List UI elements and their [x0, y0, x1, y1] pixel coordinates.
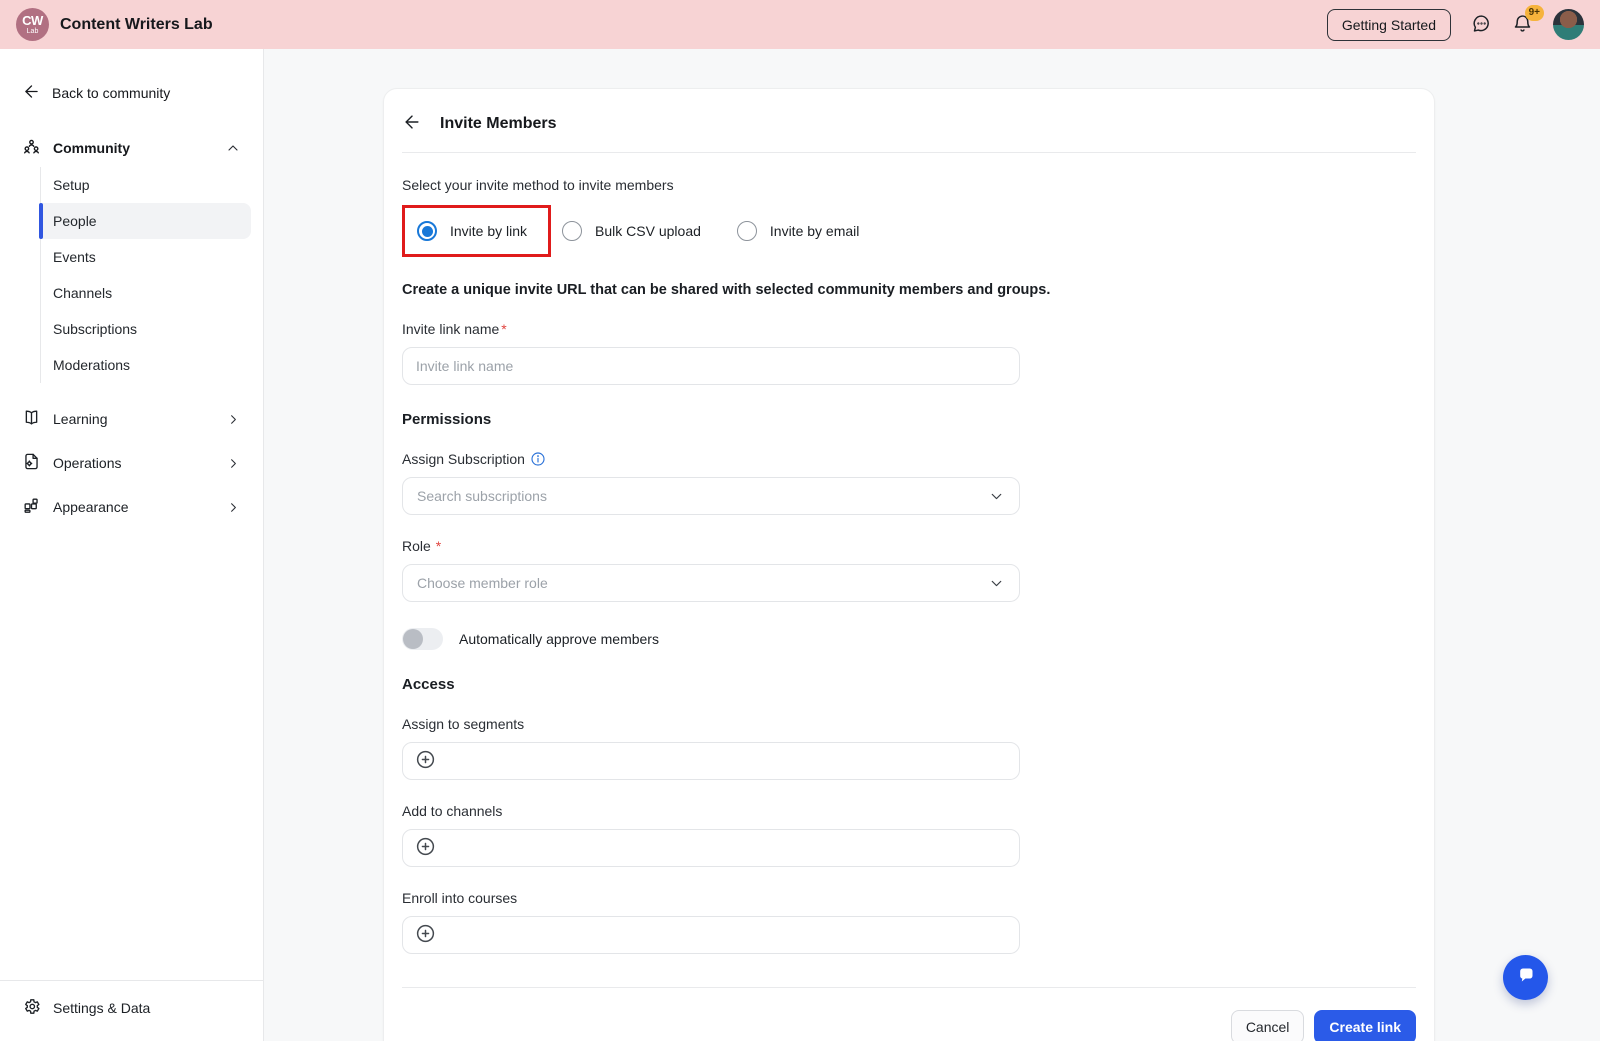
- chevron-up-icon: [225, 140, 241, 156]
- subscription-select[interactable]: Search subscriptions: [402, 477, 1020, 515]
- add-channels-input[interactable]: [402, 829, 1020, 867]
- sidebar-item-channels[interactable]: Channels: [41, 275, 251, 311]
- cancel-button[interactable]: Cancel: [1230, 1010, 1305, 1041]
- notifications-button[interactable]: 9+: [1512, 4, 1544, 37]
- community-name: Content Writers Lab: [60, 15, 213, 33]
- community-subnav: Setup People Events Channels Subscriptio…: [39, 167, 251, 383]
- appearance-icon: [22, 496, 41, 518]
- page-title: Invite Members: [440, 114, 557, 132]
- sidebar-item-people[interactable]: People: [39, 203, 251, 239]
- sidebar-item-label: Events: [53, 249, 96, 265]
- invite-method-radio-group: Invite by link Bulk CSV upload Invite by…: [402, 205, 1416, 257]
- plus-circle-icon: [415, 836, 436, 860]
- sidebar-item-events[interactable]: Events: [41, 239, 251, 275]
- select-placeholder: Search subscriptions: [417, 488, 547, 504]
- role-label: Role *: [402, 538, 442, 554]
- invite-link-description: Create a unique invite URL that can be s…: [402, 282, 1051, 298]
- sidebar-item-learning[interactable]: Learning: [0, 397, 263, 441]
- sidebar-item-moderations[interactable]: Moderations: [41, 347, 251, 383]
- nav-item-label: Operations: [53, 455, 122, 471]
- permissions-heading: Permissions: [402, 411, 492, 428]
- radio-unselected-icon: [736, 221, 757, 241]
- topbar: CW Lab Content Writers Lab Getting Start…: [0, 0, 1600, 49]
- chat-widget-button[interactable]: [1503, 955, 1548, 1000]
- chat-bubble-icon: [1514, 964, 1538, 991]
- assign-subscription-label: Assign Subscription: [402, 451, 1416, 467]
- assign-segments-label: Assign to segments: [402, 716, 525, 732]
- radio-label: Invite by email: [769, 223, 860, 239]
- chevron-right-icon: [226, 412, 241, 427]
- access-heading: Access: [402, 676, 455, 693]
- auto-approve-label: Automatically approve members: [459, 631, 659, 647]
- required-asterisk: *: [501, 321, 507, 337]
- radio-option-invite-by-link[interactable]: Invite by link: [417, 221, 527, 241]
- required-asterisk: *: [435, 538, 442, 554]
- chevron-right-icon: [226, 500, 241, 515]
- radio-unselected-icon: [562, 221, 583, 241]
- select-placeholder: Choose member role: [417, 575, 548, 591]
- nav-item-label: Learning: [53, 411, 108, 427]
- radio-option-invite-by-email[interactable]: Invite by email: [736, 221, 860, 241]
- operations-icon: [22, 452, 41, 474]
- toggle-knob: [403, 629, 423, 649]
- radio-option-bulk-csv-upload[interactable]: Bulk CSV upload: [562, 221, 701, 241]
- sidebar-item-operations[interactable]: Operations: [0, 441, 263, 485]
- main-content: Invite Members Select your invite method…: [264, 49, 1600, 1041]
- back-to-community-label: Back to community: [52, 85, 171, 101]
- add-channels-label: Add to channels: [402, 803, 503, 819]
- settings-data-label: Settings & Data: [53, 1000, 151, 1016]
- radio-selected-icon: [417, 221, 437, 241]
- sidebar-item-label: Subscriptions: [53, 321, 138, 337]
- community-icon: [22, 137, 41, 159]
- sidebar-item-setup[interactable]: Setup: [41, 167, 251, 203]
- arrow-left-icon: [402, 112, 422, 135]
- info-icon[interactable]: [530, 451, 546, 467]
- avatar[interactable]: [1553, 9, 1584, 40]
- auto-approve-toggle[interactable]: [402, 628, 443, 650]
- sidebar-item-label: People: [53, 213, 97, 229]
- assign-segments-input[interactable]: [402, 742, 1020, 780]
- getting-started-button[interactable]: Getting Started: [1326, 8, 1451, 41]
- logo-subtext: Lab: [26, 28, 39, 35]
- logo-text: CW: [22, 13, 43, 28]
- radio-label: Invite by link: [450, 223, 528, 239]
- messages-button[interactable]: [1471, 13, 1492, 37]
- plus-circle-icon: [415, 923, 436, 947]
- sidebar-item-label: Setup: [53, 177, 90, 193]
- card-header: Invite Members: [402, 89, 1416, 153]
- nav-item-label: Appearance: [53, 499, 129, 515]
- sidebar-item-label: Channels: [53, 285, 113, 301]
- invite-link-name-input[interactable]: [402, 347, 1020, 385]
- plus-circle-icon: [415, 749, 436, 773]
- invite-method-prompt: Select your invite method to invite memb…: [402, 177, 674, 193]
- chevron-right-icon: [226, 456, 241, 471]
- invite-members-card: Invite Members Select your invite method…: [383, 88, 1435, 1041]
- settings-data-link[interactable]: Settings & Data: [0, 980, 263, 1041]
- chat-bubble-icon: [1471, 13, 1492, 37]
- chevron-down-icon: [988, 488, 1005, 505]
- chevron-down-icon: [988, 575, 1005, 592]
- create-link-button[interactable]: Create link: [1314, 1010, 1416, 1041]
- notification-badge: 9+: [1524, 4, 1544, 21]
- card-footer: Cancel Create link: [402, 987, 1416, 1041]
- sidebar-item-appearance[interactable]: Appearance: [0, 485, 263, 529]
- sidebar-item-label: Moderations: [53, 357, 131, 373]
- role-select[interactable]: Choose member role: [402, 564, 1020, 602]
- back-to-community-link[interactable]: Back to community: [22, 82, 241, 104]
- book-icon: [22, 408, 41, 430]
- community-logo[interactable]: CW Lab: [16, 8, 49, 41]
- sidebar-section-community[interactable]: Community: [22, 137, 241, 159]
- radio-label: Bulk CSV upload: [595, 223, 701, 239]
- enroll-courses-input[interactable]: [402, 916, 1020, 954]
- arrow-left-icon: [22, 82, 41, 104]
- invite-link-name-label: Invite link name *: [402, 321, 507, 337]
- enroll-courses-label: Enroll into courses: [402, 890, 518, 906]
- community-section-label: Community: [53, 140, 130, 156]
- annotation-highlight-box: Invite by link: [402, 205, 552, 257]
- admin-sidebar: Back to community Community Setup People…: [0, 49, 264, 1041]
- sidebar-item-subscriptions[interactable]: Subscriptions: [41, 311, 251, 347]
- gear-icon: [22, 997, 41, 1019]
- back-button[interactable]: [402, 112, 422, 135]
